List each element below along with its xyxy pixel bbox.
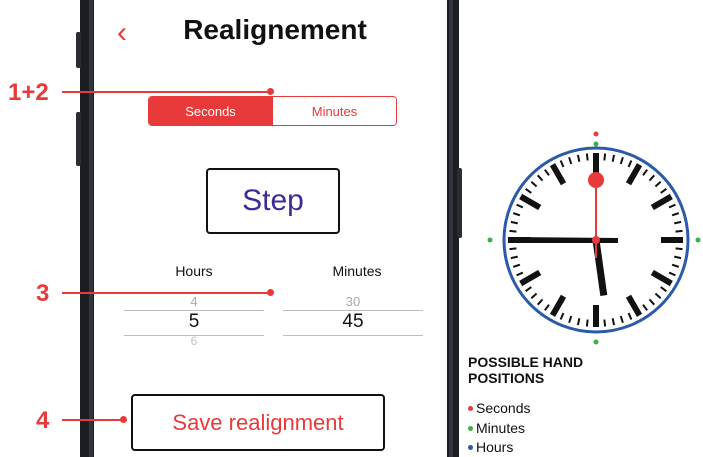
minute-mark	[674, 255, 682, 260]
minute-mark	[675, 247, 683, 251]
legend-item-minutes: Minutes	[468, 420, 525, 436]
minute-mark	[510, 255, 518, 260]
legend-title: POSSIBLE HAND POSITIONS	[468, 354, 584, 386]
minute-mark	[510, 220, 518, 225]
minutes-picker-value: 45	[342, 311, 364, 332]
second-hand-disc	[588, 172, 604, 188]
legend-item-hours: Hours	[468, 439, 513, 455]
minute-hand	[508, 237, 618, 243]
phone-side-button	[76, 112, 81, 166]
legend-label: Hours	[476, 439, 514, 455]
callout-4-label: 4	[36, 407, 50, 434]
minutes-picker-prev: 30	[345, 294, 361, 309]
segment-minutes[interactable]: Minutes	[272, 97, 396, 125]
clock-face-icon	[487, 131, 701, 345]
minute-mark	[509, 229, 517, 233]
hours-picker[interactable]: 4 5 6	[124, 294, 264, 348]
center-pin	[592, 236, 600, 244]
green-dot-icon	[468, 425, 473, 431]
hours-picker-next: 6	[190, 334, 198, 348]
legend-label: Minutes	[476, 420, 526, 436]
minute-mark	[603, 319, 607, 327]
callout-1-2-label: 1+2	[8, 79, 49, 106]
blue-dot-icon	[468, 444, 473, 450]
minutes-position-dot	[695, 237, 701, 243]
callout-4-dot	[120, 416, 127, 423]
phone-side-button	[457, 168, 462, 238]
red-dot-icon	[468, 405, 473, 411]
save-realignment-button[interactable]: Save realignment	[131, 394, 385, 451]
step-button[interactable]: Step	[206, 168, 340, 234]
minute-mark	[611, 154, 616, 162]
minutes-position-dot	[593, 141, 599, 147]
picker-divider	[283, 335, 423, 336]
minute-mark	[585, 153, 589, 161]
unit-segmented-control: Seconds Minutes	[148, 96, 397, 126]
minute-mark	[509, 247, 517, 251]
minute-mark	[576, 154, 581, 162]
minutes-picker[interactable]: 30 45	[283, 294, 423, 346]
phone-frame-left	[80, 0, 94, 457]
minute-mark	[611, 318, 616, 326]
minute-mark	[603, 153, 607, 161]
minute-mark	[675, 229, 683, 233]
seconds-position-dot	[593, 131, 599, 137]
chevron-left-icon[interactable]: ‹	[117, 18, 143, 49]
callout-1-2-line	[62, 91, 270, 93]
hours-picker-value: 5	[188, 311, 200, 332]
legend-item-seconds: Seconds	[468, 400, 530, 416]
minutes-position-dot	[487, 237, 493, 243]
phone-side-button	[76, 32, 81, 68]
legend-label: Seconds	[476, 400, 531, 416]
minutes-position-dot	[593, 339, 599, 345]
callout-1-2-dot	[267, 88, 274, 95]
callout-3-label: 3	[36, 280, 50, 307]
callout-4-line	[62, 419, 124, 421]
hours-picker-label: Hours	[175, 263, 213, 279]
minute-mark	[674, 220, 682, 225]
minute-mark	[585, 319, 589, 327]
page-title: Realignement	[183, 14, 367, 45]
callout-3-dot	[267, 289, 274, 296]
minute-mark	[576, 318, 581, 326]
hours-picker-prev: 4	[190, 294, 198, 309]
callout-3-line	[62, 292, 270, 294]
segment-seconds[interactable]: Seconds	[149, 97, 272, 125]
minutes-picker-label: Minutes	[332, 263, 382, 279]
